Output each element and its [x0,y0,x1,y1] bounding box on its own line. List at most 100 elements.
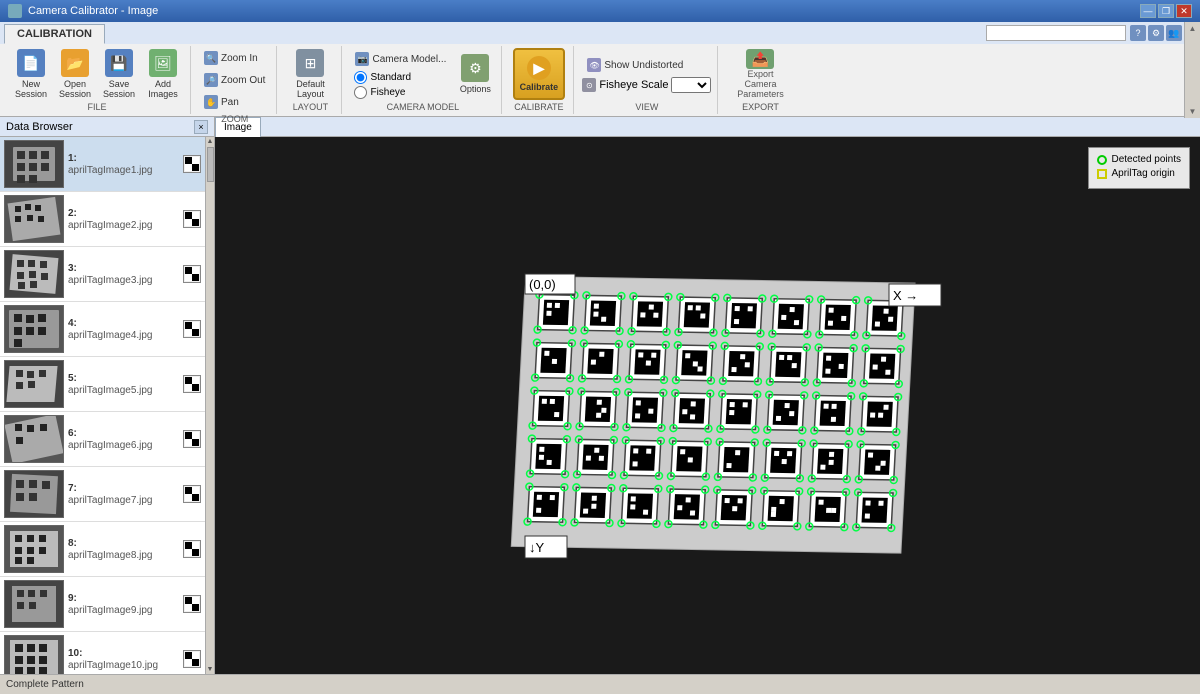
sidebar-item-5[interactable]: 5: aprilTagImage5.jpg [0,357,205,412]
fisheye-scale-icon: ⊙ [582,78,596,92]
fisheye-scale-label: Fisheye Scale [599,79,668,91]
thumb-6 [4,415,64,463]
new-session-label: NewSession [15,79,47,99]
check-6 [183,430,201,448]
check-5 [183,375,201,393]
options-button[interactable]: ⚙ Options [455,48,495,100]
calibrate-button[interactable]: ▶ Calibrate [513,48,565,100]
camera-model-btn[interactable]: 📷 Camera Model... [350,49,451,69]
check-pattern-8 [185,542,199,556]
item-info-8: 8: aprilTagImage8.jpg [68,538,179,561]
add-images-label: AddImages [148,79,178,99]
minimize-button[interactable]: — [1140,4,1156,18]
show-undistorted-button[interactable]: 👁 Show Undistorted [582,55,711,75]
window-title: Camera Calibrator - Image [28,5,158,17]
check-pattern-6 [185,432,199,446]
item-name-2: aprilTagImage2.jpg [68,220,179,231]
fisheye-radio-label[interactable]: Fisheye [354,86,411,99]
item-name-9: aprilTagImage9.jpg [68,605,179,616]
sidebar-item-10[interactable]: 10: aprilTagImage10.jpg [0,632,205,674]
radio-group: Standard Fisheye [354,71,411,99]
save-session-button[interactable]: 💾 SaveSession [98,48,140,100]
export-group: 📤 Export CameraParameters EXPORT [720,46,800,114]
pan-button[interactable]: ✋ Pan [199,92,270,112]
calibrate-group-label: CALIBRATE [514,100,563,112]
check-2 [183,210,201,228]
community-icon[interactable]: 👥 [1166,25,1182,41]
thumb-img-10 [5,636,63,674]
item-num-10: 10: [68,648,179,659]
thumb-4 [4,305,64,353]
zoom-in-icon: 🔍 [204,51,218,65]
default-layout-label: DefaultLayout [296,79,325,99]
restore-button[interactable]: ❐ [1158,4,1174,18]
thumb-img-9 [5,581,63,627]
check-3 [183,265,201,283]
scrollbar-up-arrow[interactable]: ▲ [207,138,214,145]
check-pattern-9 [185,597,199,611]
new-session-button[interactable]: 📄 NewSession [10,48,52,100]
file-buttons: 📄 NewSession 📂 OpenSession 💾 SaveSession… [10,48,184,100]
add-images-button[interactable]: 🖼 AddImages [142,48,184,100]
fisheye-label: Fisheye [370,87,405,98]
settings-icon[interactable]: ⚙ [1148,25,1164,41]
check-pattern-5 [185,377,199,391]
export-group-label: EXPORT [742,100,779,112]
calibration-tab[interactable]: CALIBRATION [4,24,105,44]
sidebar-item-8[interactable]: 8: aprilTagImage8.jpg [0,522,205,577]
image-canvas: (0,0) X → ↓Y Detected points AprilTag or… [215,137,1200,674]
sidebar-list: 1: aprilTagImage1.jpg [0,137,205,674]
thumb-8 [4,525,64,573]
scrollbar-thumb[interactable] [207,147,214,182]
title-bar-left: Camera Calibrator - Image [8,4,158,18]
sidebar-item-6[interactable]: 6: aprilTagImage6.jpg [0,412,205,467]
sidebar-close-button[interactable]: × [194,120,208,134]
sidebar-item-4[interactable]: 4: aprilTagImage4.jpg [0,302,205,357]
standard-radio-label[interactable]: Standard [354,71,411,84]
sidebar-scrollbar[interactable]: ▲ ▼ [205,137,214,674]
check-pattern-3 [185,267,199,281]
item-name-4: aprilTagImage4.jpg [68,330,179,341]
data-browser-title: Data Browser [6,121,73,133]
view-group-label: VIEW [635,100,658,112]
export-icon: 📤 [746,49,774,69]
zoom-out-button[interactable]: 🔎 Zoom Out [199,70,270,90]
sidebar-header-controls: × [194,120,208,134]
zoom-in-button[interactable]: 🔍 Zoom In [199,48,270,68]
item-num-2: 2: [68,208,179,219]
file-group-label: FILE [87,100,106,112]
standard-radio[interactable] [354,71,367,84]
open-session-label: OpenSession [59,79,91,99]
close-button[interactable]: ✕ [1176,4,1192,18]
item-num-9: 9: [68,593,179,604]
sidebar-item-3[interactable]: 3: aprilTagImage3.jpg [0,247,205,302]
zoom-group-label: ZOOM [221,112,248,124]
check-9 [183,595,201,613]
fisheye-radio[interactable] [354,86,367,99]
export-button[interactable]: 📤 Export CameraParameters [730,48,790,100]
item-num-8: 8: [68,538,179,549]
item-info-10: 10: aprilTagImage10.jpg [68,648,179,671]
check-8 [183,540,201,558]
open-session-button[interactable]: 📂 OpenSession [54,48,96,100]
thumb-3 [4,250,64,298]
file-group: 📄 NewSession 📂 OpenSession 💾 SaveSession… [4,46,191,114]
help-button[interactable]: ? [1130,25,1146,41]
default-layout-button[interactable]: ⊞ DefaultLayout [285,48,335,100]
options-label: Options [460,84,491,94]
add-images-icon: 🖼 [149,49,177,77]
sidebar-item-1[interactable]: 1: aprilTagImage1.jpg [0,137,205,192]
detected-points-legend: Detected points [1097,154,1182,165]
open-icon: 📂 [61,49,89,77]
thumb-img-6 [5,416,63,462]
sidebar-item-7[interactable]: 7: aprilTagImage7.jpg [0,467,205,522]
new-icon: 📄 [17,49,45,77]
sidebar-item-9[interactable]: 9: aprilTagImage9.jpg [0,577,205,632]
search-input[interactable] [986,25,1126,41]
fisheye-scale-dropdown[interactable] [671,77,711,93]
detected-points-icon [1097,155,1107,165]
sidebar-item-2[interactable]: 2: aprilTagImage2.jpg [0,192,205,247]
fisheye-scale-row: ⊙ Fisheye Scale [582,77,711,93]
export-label: Export CameraParameters [731,69,789,99]
scrollbar-down-arrow[interactable]: ▼ [207,666,214,673]
